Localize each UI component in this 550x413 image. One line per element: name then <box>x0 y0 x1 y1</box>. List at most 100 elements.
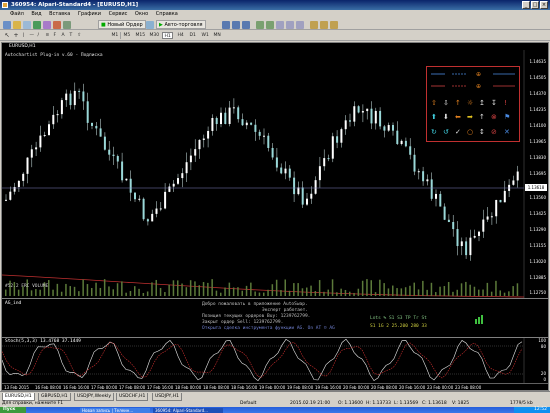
new-chart-icon[interactable] <box>3 20 11 29</box>
menu-file[interactable]: Файл <box>10 11 24 17</box>
candle-body <box>56 114 59 116</box>
text-icon[interactable]: A <box>60 32 66 39</box>
volume-bar <box>129 290 132 296</box>
advisor-label: Autochartist Plug-in v.60 - Подписка <box>5 53 103 58</box>
line-chart-icon[interactable] <box>242 20 250 29</box>
stop-icon: ⊗ <box>491 113 497 121</box>
object-palette[interactable]: ⊕ ⊕ ⇧ ⇩ ↑ ☼ ↥ ↧ ! ⬆ ⬇ ⬅ ➡ ↑ ⊗ ⚑ ↻ ↺ ✓ ○ <box>426 66 520 142</box>
stoch-signal-line <box>2 342 523 379</box>
time-label: 17 Feb 08:00 <box>119 385 146 390</box>
crosshair-icon[interactable]: + <box>12 32 20 39</box>
status-bar: Для справки, нажмите F1 Default 2015.02.… <box>0 401 550 413</box>
candle-body <box>5 199 7 201</box>
tf-h4[interactable]: H4 <box>176 32 185 39</box>
label-icon[interactable]: T <box>68 32 74 39</box>
candle-body <box>155 208 158 214</box>
menu-view[interactable]: Вид <box>31 11 41 17</box>
tf-m1[interactable]: M1 <box>110 32 121 39</box>
stochastic-chart <box>2 338 525 383</box>
close-button[interactable]: × <box>540 1 548 9</box>
autoscroll-icon[interactable] <box>286 20 294 29</box>
start-button[interactable]: Пуск <box>0 407 26 413</box>
volume-bar <box>486 282 489 296</box>
periods-icon[interactable] <box>320 20 328 29</box>
menu-help[interactable]: Справка <box>156 11 178 17</box>
tab-usdjpy-weekly[interactable]: USDJPY,Weekly <box>74 393 114 401</box>
maximize-button[interactable]: □ <box>531 1 539 9</box>
palette-icons[interactable]: ⊕ ⊕ ⇧ ⇩ ↑ ☼ ↥ ↧ ! ⬆ ⬇ ⬅ ➡ ↑ ⊗ ⚑ ↻ ↺ ✓ ○ <box>427 67 519 141</box>
menu-insert[interactable]: Вставка <box>49 11 70 17</box>
zoom-in-icon[interactable] <box>256 20 264 29</box>
tf-h1[interactable]: H1 <box>162 32 174 39</box>
minimize-button[interactable]: _ <box>522 1 530 9</box>
tf-m5[interactable]: M5 <box>122 32 132 39</box>
vertical-line-icon[interactable]: | <box>21 32 26 39</box>
volume-bar <box>473 286 476 296</box>
price-axis: 1.14635 1.14505 1.14370 1.14235 1.14100 … <box>524 50 548 298</box>
volume-bar <box>245 285 248 296</box>
candle-body <box>134 192 136 200</box>
volume-bar <box>379 279 381 296</box>
channel-icon[interactable]: ≡ <box>44 32 51 39</box>
tf-w1[interactable]: W1 <box>200 32 210 39</box>
volume-bar <box>237 287 239 296</box>
chart-shift-icon[interactable] <box>296 20 304 29</box>
volume-bar <box>340 288 342 296</box>
indicators-icon[interactable] <box>310 20 318 29</box>
navigator-icon[interactable] <box>43 20 51 29</box>
templates-icon[interactable] <box>330 20 338 29</box>
menu-window[interactable]: Окно <box>135 11 148 17</box>
volume-bar <box>52 289 54 296</box>
chart-window[interactable]: EURUSD,H1 Autochartist Plug-in v.60 - По… <box>1 42 549 391</box>
fibo-icon[interactable]: F <box>52 32 58 39</box>
new-order-button[interactable]: ■ Новый Ордер <box>98 20 146 29</box>
market-watch-icon[interactable] <box>33 20 41 29</box>
tile-icon[interactable] <box>276 20 284 29</box>
candle-body <box>35 147 38 150</box>
taskbar-item-browser[interactable]: Новая запись | Телеин... <box>80 407 150 413</box>
taskbar-item-terminal[interactable]: 360954: Alpari-Standard... <box>153 407 223 413</box>
volume-bar <box>482 289 484 296</box>
tester-icon[interactable] <box>63 20 71 29</box>
cursor-icon[interactable]: ↖ <box>3 32 11 39</box>
menu-tools[interactable]: Сервис <box>109 11 128 17</box>
tf-d1[interactable]: D1 <box>188 32 197 39</box>
volume-bar <box>490 291 493 296</box>
candle-body <box>327 158 330 160</box>
volume-bar <box>387 288 390 296</box>
tab-usdchf-h1[interactable]: USDCHF,H1 <box>116 393 149 401</box>
tf-m15[interactable]: M15 <box>134 32 147 39</box>
editor-icon[interactable] <box>146 20 154 29</box>
autotrade-button[interactable]: ▶ Авто-торговля <box>156 20 206 29</box>
candle-body <box>447 219 450 223</box>
bar-chart-icon[interactable] <box>222 20 230 29</box>
message-line: Открыта сделка инструмента функции AG. O… <box>202 326 335 331</box>
ag-ind-panel: AG_ind Добро пожаловать в приложение Aut… <box>2 299 524 337</box>
zoom-out-icon[interactable] <box>266 20 274 29</box>
horizontal-line-icon[interactable]: — <box>28 32 36 39</box>
candle-body <box>26 157 29 174</box>
trendline-icon[interactable]: / <box>36 32 41 39</box>
volume-bar <box>142 292 145 296</box>
tab-gbpusd-h1[interactable]: GBPUSD,H1 <box>38 393 71 401</box>
tab-eurusd-h1[interactable]: EURUSD,H1 <box>2 393 35 401</box>
volume-bar <box>39 289 41 296</box>
volume-bar <box>125 292 127 296</box>
profiles-icon[interactable] <box>23 20 31 29</box>
volume-bar <box>288 290 291 296</box>
candle-body <box>30 149 33 158</box>
menu-charts[interactable]: Графики <box>78 11 101 17</box>
terminal-icon[interactable] <box>53 20 61 29</box>
price-axis-label: 1.14635 <box>529 59 546 64</box>
candle-body <box>482 219 485 232</box>
volume-bar <box>478 289 480 296</box>
volume-bar <box>516 283 519 296</box>
new-order-label: Новый Ордер <box>107 22 143 28</box>
candle-chart-icon[interactable] <box>232 20 240 29</box>
open-icon[interactable] <box>13 20 21 29</box>
arrow-tool-icon[interactable]: ⇧ <box>76 32 83 39</box>
tf-mn[interactable]: MN <box>212 32 222 39</box>
tf-m30[interactable]: M30 <box>148 32 161 39</box>
volume-bar <box>293 283 295 296</box>
tab-usdjpy-h1[interactable]: USDJPY,H1 <box>152 393 182 401</box>
